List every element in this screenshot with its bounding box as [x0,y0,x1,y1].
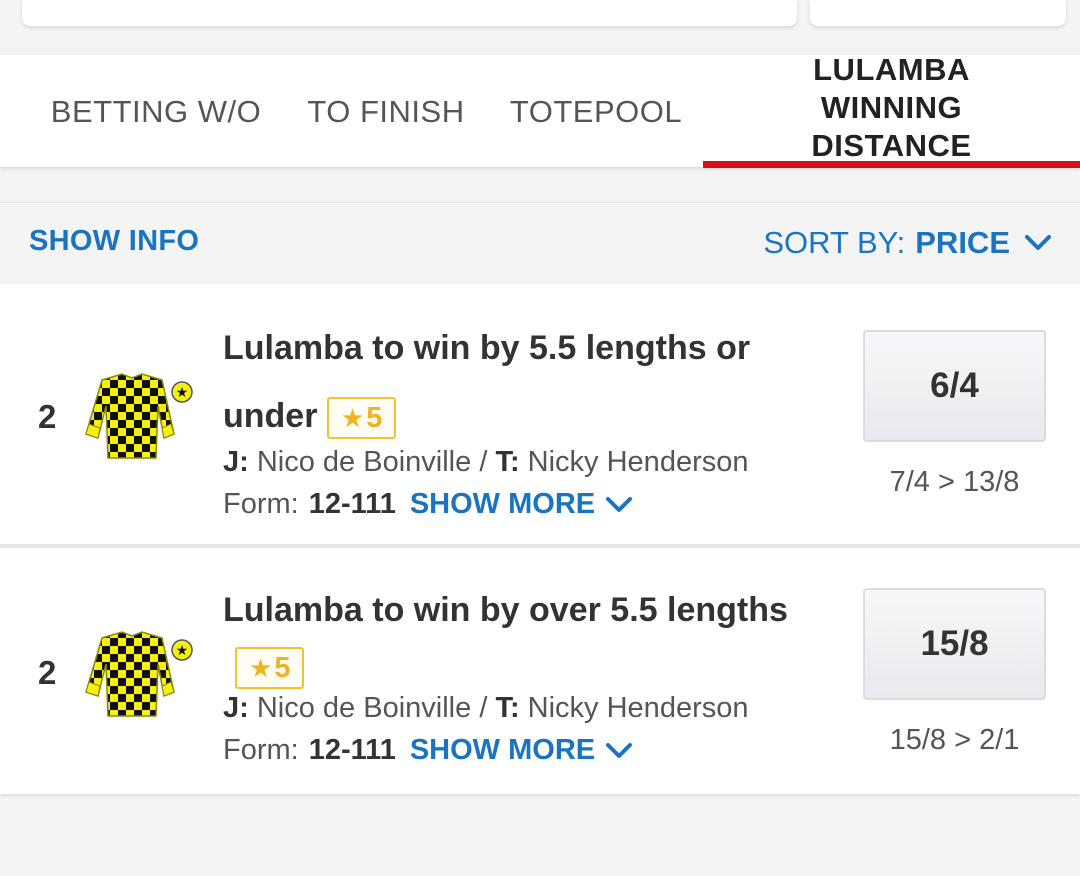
tab-label: TO FINISH [307,93,465,129]
trainer-name: Nicky Henderson [527,446,749,478]
trainer-name: Nicky Henderson [527,692,749,724]
price-button[interactable]: 15/8 [863,588,1046,700]
top-card-right [810,0,1066,26]
jockey-prefix: J: [223,692,249,724]
tab-betting-wo[interactable]: BETTING W/O [30,55,282,168]
star-icon: ★ [340,403,365,434]
market-tabs: BETTING W/O TO FINISH TOTEPOOL LULAMBA W… [0,52,1080,168]
show-info-link[interactable]: SHOW INFO [29,225,199,258]
jockey-name: Nico de Boinville [256,446,472,478]
form-value: 12-111 [308,488,396,520]
jockey-name: Nico de Boinville [256,692,472,724]
selection-row: 2 ★ Lulamba to win by over 5.5 lengths ★… [0,552,1080,794]
separator: / [479,692,488,724]
trainer-prefix: T: [495,692,520,724]
form-label: Form: [223,488,299,520]
sort-by-value: PRICE [915,225,1010,260]
svg-text:★: ★ [176,643,189,659]
form-value: 12-111 [308,734,396,766]
form-line: Form: 12-111 SHOW MORE [223,488,633,521]
rating-badge: ★ 5 [326,397,397,440]
show-more-link[interactable]: SHOW MORE [410,734,633,767]
selection-title: Lulamba to win by over 5.5 lengths ★ 5 [223,582,843,694]
trainer-prefix: T: [495,446,520,478]
form-line: Form: 12-111 SHOW MORE [223,734,633,767]
tab-label: BETTING W/O [50,93,262,129]
chevron-down-icon [606,742,633,758]
jockey-trainer: J: Nico de Boinville / T: Nicky Henderso… [223,692,749,725]
price-button[interactable]: 6/4 [863,330,1046,442]
tab-totepool[interactable]: TOTEPOOL [505,55,687,168]
chevron-down-icon [606,496,633,512]
chevron-down-icon [1025,235,1051,250]
svg-text:★: ★ [176,385,189,401]
tab-to-finish[interactable]: TO FINISH [300,55,472,168]
jockey-trainer: J: Nico de Boinville / T: Nicky Henderso… [223,446,749,479]
runner-number: 2 [38,398,57,435]
tab-label: LULAMBA WINNING DISTANCE [811,51,972,163]
sort-by-label: SORT BY: [763,225,906,260]
price-movement: 15/8 > 2/1 [889,724,1020,756]
form-label: Form: [223,734,299,766]
show-more-label: SHOW MORE [409,734,596,766]
selection-list: 2 ★ Lulamba to win by 5.5 lengths or und… [0,284,1080,794]
sort-by-control[interactable]: SORT BY: PRICE [763,225,1052,261]
selection-title: Lulamba to win by 5.5 lengths or under ★… [223,314,823,450]
separator: / [479,446,488,478]
rating-value: 5 [366,402,383,435]
rating-value: 5 [274,652,291,685]
page: BETTING W/O TO FINISH TOTEPOOL LULAMBA W… [0,0,1080,876]
jockey-prefix: J: [223,446,249,478]
tab-lulamba-winning-distance[interactable]: LULAMBA WINNING DISTANCE [703,52,1080,168]
price-movement: 7/4 > 13/8 [889,466,1020,498]
jockey-silks-icon: ★ [85,373,193,459]
sort-bar: SHOW INFO SORT BY: PRICE [0,202,1080,284]
selection-title-text: Lulamba to win by 5.5 lengths or under [223,329,751,435]
rating-badge: ★ 5 [235,647,305,690]
selection-row: 2 ★ Lulamba to win by 5.5 lengths or und… [0,284,1080,548]
star-icon: ★ [249,653,273,684]
tab-label: TOTEPOOL [509,93,683,129]
show-more-label: SHOW MORE [409,488,596,520]
top-card-left [22,0,797,26]
jockey-silks-icon: ★ [85,631,193,717]
show-more-link[interactable]: SHOW MORE [410,488,633,521]
runner-number: 2 [38,654,57,691]
selection-title-text: Lulamba to win by over 5.5 lengths [223,591,788,629]
